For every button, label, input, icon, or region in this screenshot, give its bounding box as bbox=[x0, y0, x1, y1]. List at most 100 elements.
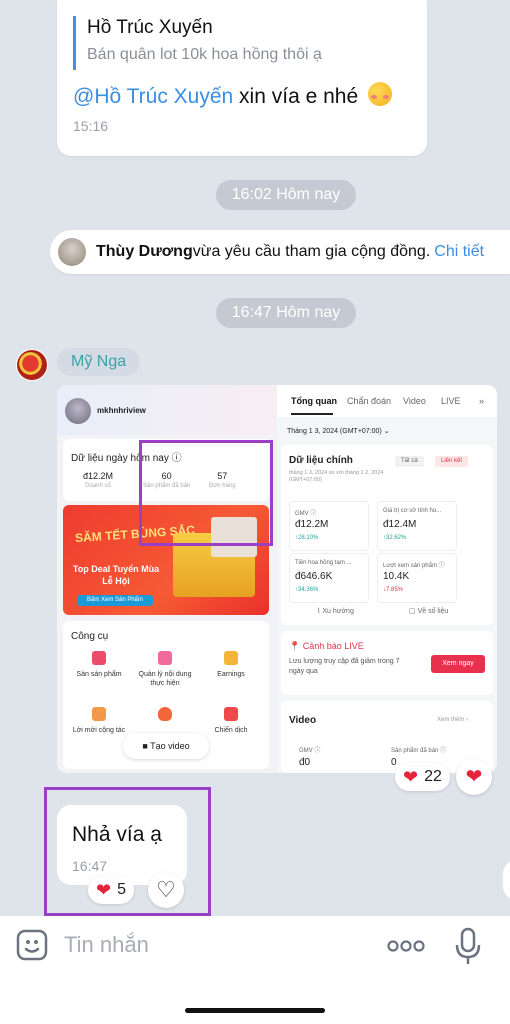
message-text: Nhả vía ạ bbox=[72, 823, 162, 846]
metric-value: 10.4K bbox=[383, 571, 410, 582]
heart-icon: ❤ bbox=[96, 880, 112, 900]
tool-label: Sàn sản phẩm bbox=[76, 671, 122, 678]
sticker-icon[interactable] bbox=[15, 928, 49, 962]
smiling-face-hearts-icon bbox=[367, 82, 392, 106]
warning-title-text: Cảnh báo LIVE bbox=[302, 641, 364, 651]
image-video-card: Video Xem thêm › GMV ⓘ đ0 Sản phẩm đã bá… bbox=[281, 701, 493, 773]
about-data-link: ▢ Về số liệu bbox=[409, 608, 449, 615]
avatar[interactable] bbox=[16, 349, 48, 381]
notice-text: vừa yêu cầu tham gia cộng đồng. bbox=[192, 243, 431, 260]
quoted-reply[interactable]: Hồ Trúc Xuyến Bán quân lot 10k hoa hồng … bbox=[73, 16, 322, 70]
quote-text: Bán quân lot 10k hoa hồng thôi ạ bbox=[87, 46, 322, 63]
metric-value: đ12.2M bbox=[295, 519, 329, 530]
video-title: Video bbox=[289, 715, 317, 726]
video-chip-label: Tạo video bbox=[150, 741, 190, 751]
image-tabs: Tổng quan Chẩn đoán Video LIVE » bbox=[277, 385, 497, 417]
warning-text: Lưu lượng truy cập đã giảm trong 7 ngày … bbox=[289, 658, 400, 675]
time-separator: 16:02 Hôm nay bbox=[216, 180, 356, 210]
image-main-data-card: Dữ liệu chính tháng 1 3, 2024 so với thá… bbox=[281, 445, 493, 625]
image-tab: LIVE bbox=[441, 396, 461, 406]
tool-label: Quản lý nội dung thực hiện bbox=[138, 671, 192, 687]
image-date: Tháng 1 3, 2024 (GMT+07:00) ⌄ bbox=[287, 428, 390, 435]
avatar bbox=[65, 398, 91, 424]
notice-user[interactable]: Thùy Dương bbox=[96, 243, 193, 261]
home-indicator[interactable] bbox=[185, 1008, 325, 1013]
image-header: mkhnhriview bbox=[57, 385, 275, 435]
heart-react-button[interactable]: ❤ bbox=[456, 759, 492, 795]
gift-icon bbox=[158, 651, 172, 665]
create-video-chip: ■ Tạo video bbox=[123, 733, 209, 759]
video-gmv-value: đ0 bbox=[299, 757, 311, 768]
tool-item: Earnings bbox=[199, 651, 263, 679]
metric-value: đ646.6K bbox=[295, 571, 333, 582]
tool-item: Sàn sản phẩm bbox=[67, 651, 131, 679]
avatar[interactable] bbox=[58, 238, 86, 266]
more-options-icon[interactable] bbox=[386, 936, 426, 956]
view-now-button: Xem ngay bbox=[431, 655, 485, 673]
stat-label: Doanh số bbox=[85, 483, 111, 489]
reaction-count: 5 bbox=[117, 881, 126, 898]
image-tab: Video bbox=[403, 396, 426, 406]
sender-name[interactable]: Mỹ Nga bbox=[57, 348, 141, 376]
reaction-chip[interactable]: ❤ 5 bbox=[88, 876, 134, 904]
highlight-box bbox=[139, 440, 273, 546]
metric-change: ↑28.10% bbox=[295, 535, 319, 541]
reaction-chip[interactable]: ❤ 22 bbox=[395, 763, 450, 791]
heart-icon: ❤ bbox=[403, 767, 419, 787]
metric-label: GMV ⓘ bbox=[295, 511, 317, 517]
image-live-warning-card: 📍 Cảnh báo LIVE Lưu lượng truy cập đã gi… bbox=[281, 631, 493, 695]
banner-subtitle: Top Deal Tuyển Mùa Lễ Hội bbox=[72, 564, 160, 586]
chevron-right-icon: » bbox=[479, 396, 485, 406]
shop-icon bbox=[92, 651, 106, 665]
tool-label: Lời mời cộng tác bbox=[72, 727, 126, 734]
metric-cell: Lượt xem sản phẩm ⓘ 10.4K ↓7.85% bbox=[377, 553, 457, 603]
tool-item: Chiến dịch bbox=[199, 707, 263, 735]
chat-area[interactable]: Hồ Trúc Xuyến Bán quân lot 10k hoa hồng … bbox=[0, 0, 510, 916]
message-bubble-quoted[interactable]: Hồ Trúc Xuyến Bán quân lot 10k hoa hồng … bbox=[57, 0, 427, 156]
metric-change: ↓7.85% bbox=[383, 587, 404, 593]
metric-label: Giá trị cơ sở tính ho... bbox=[383, 508, 442, 514]
video-gmv-label: GMV ⓘ bbox=[299, 748, 321, 754]
tag-link: Liên kết bbox=[435, 456, 469, 467]
message-time: 15:16 bbox=[73, 118, 109, 134]
microphone-icon[interactable] bbox=[453, 926, 483, 966]
image-tab: Chẩn đoán bbox=[347, 396, 392, 406]
tool-label: Earnings bbox=[217, 671, 245, 678]
trend-label: Xu hướng bbox=[322, 608, 354, 615]
system-notice: Thùy Dương vừa yêu cầu tham gia cộng đồn… bbox=[50, 230, 510, 274]
time-separator: 16:47 Hôm nay bbox=[216, 298, 356, 328]
metric-change: ↑32.62% bbox=[383, 535, 407, 541]
tool-item: Lời mời cộng tác bbox=[67, 707, 131, 735]
earnings-icon bbox=[224, 651, 238, 665]
image-right-panel: Tổng quan Chẩn đoán Video LIVE » Tháng 1… bbox=[277, 385, 497, 773]
about-data-label: Về số liệu bbox=[417, 608, 449, 615]
tool-item: Quản lý nội dung thực hiện bbox=[133, 651, 197, 688]
message-bubble-partial[interactable] bbox=[503, 860, 510, 900]
image-message[interactable]: mkhnhriview Dữ liệu ngày hôm nay ⓘ đ12.2… bbox=[57, 385, 497, 773]
notice-details-link[interactable]: Chi tiết bbox=[434, 243, 484, 261]
tool-label: Chiến dịch bbox=[214, 727, 248, 734]
tool-item bbox=[133, 707, 197, 726]
tag-all: Tất cả bbox=[395, 456, 424, 467]
main-data-subtitle: tháng 1 3, 2024 so với tháng 1 2, 2024 (… bbox=[289, 470, 384, 483]
metric-cell: GMV ⓘ đ12.2M ↑28.10% bbox=[289, 501, 369, 551]
metric-label: Lượt xem sản phẩm ⓘ bbox=[383, 563, 445, 569]
message-time: 16:47 bbox=[72, 858, 108, 874]
video-more-link: Xem thêm › bbox=[437, 717, 469, 723]
megaphone-icon bbox=[224, 707, 238, 721]
message-body: xin vía e nhé bbox=[233, 85, 364, 108]
heart-outline-button[interactable]: ♡ bbox=[148, 872, 184, 908]
tab-underline bbox=[291, 413, 333, 415]
mention-link[interactable]: @Hồ Trúc Xuyến bbox=[73, 85, 233, 108]
main-data-title: Dữ liệu chính bbox=[289, 455, 353, 466]
tools-title: Công cụ bbox=[71, 631, 109, 642]
trend-link: ⌇ Xu hướng bbox=[317, 608, 354, 615]
banner-button: Bấm Xem Sản Phẩm bbox=[77, 595, 153, 606]
metric-change: ↑34.36% bbox=[295, 587, 319, 593]
image-username: mkhnhriview bbox=[97, 406, 146, 415]
message-text: @Hồ Trúc Xuyến xin vía e nhé bbox=[73, 82, 392, 109]
message-input[interactable]: Tin nhắn bbox=[64, 932, 149, 958]
warning-title: 📍 Cảnh báo LIVE bbox=[289, 641, 364, 651]
metric-cell: Giá trị cơ sở tính ho... đ12.4M ↑32.62% bbox=[377, 501, 457, 551]
quote-author: Hồ Trúc Xuyến bbox=[87, 17, 213, 38]
